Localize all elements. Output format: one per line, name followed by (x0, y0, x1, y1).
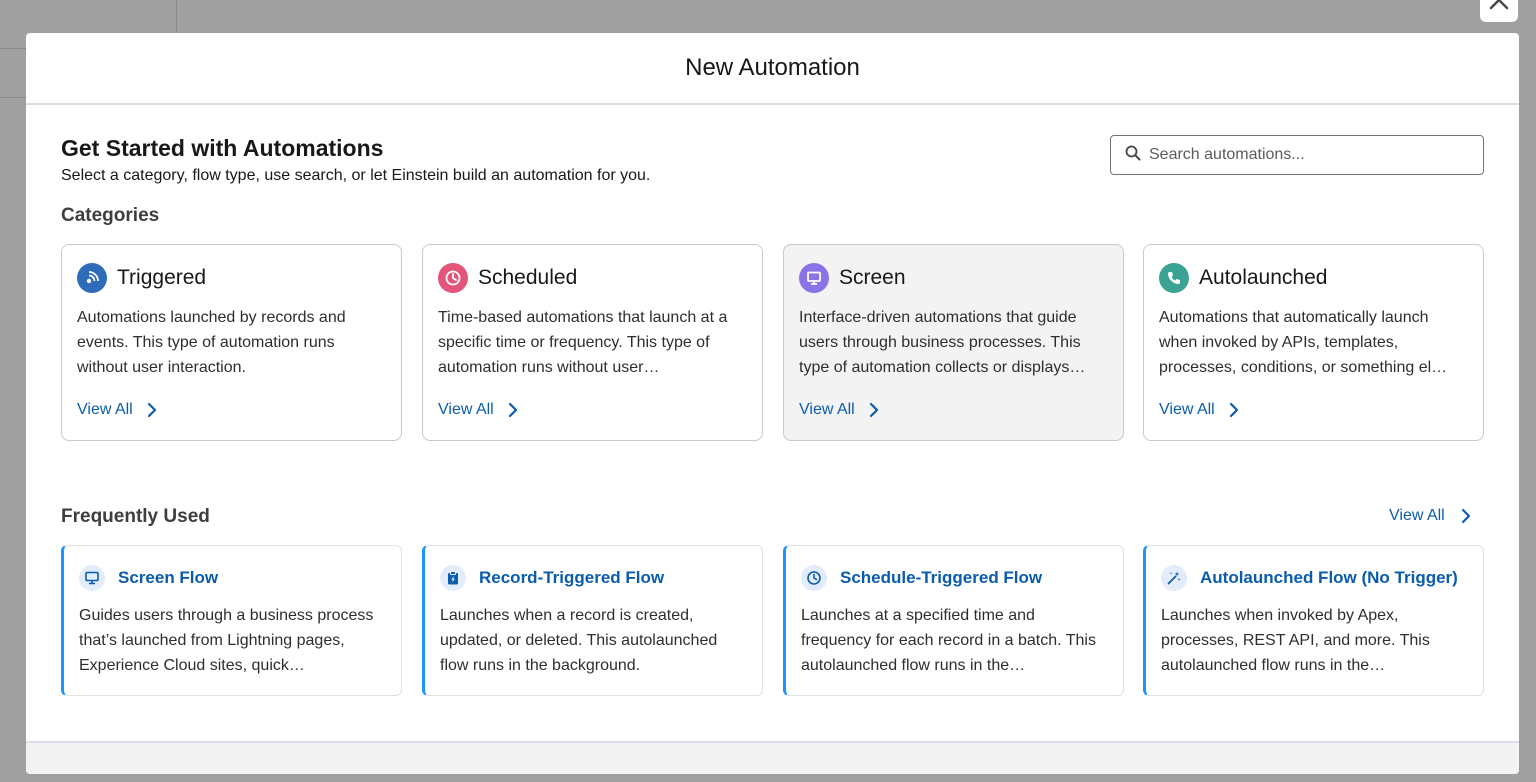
view-all-triggered-link[interactable]: View All (77, 401, 386, 419)
categories-heading: Categories (61, 205, 160, 226)
magic-wand-icon (1161, 565, 1187, 591)
view-all-autolaunched-link[interactable]: View All (1159, 401, 1468, 419)
background-divider (176, 0, 177, 33)
clock-icon (801, 565, 827, 591)
flow-name[interactable]: Schedule-Triggered Flow (840, 568, 1042, 588)
category-description: Interface-driven automations that guide … (799, 309, 1086, 376)
search-field[interactable] (1110, 135, 1484, 175)
flow-name[interactable]: Record-Triggered Flow (479, 568, 664, 588)
flow-card-record-triggered[interactable]: Record-Triggered Flow Launches when a re… (422, 545, 763, 696)
modal-title: New Automation (685, 54, 860, 81)
frequently-used-heading: Frequently Used (61, 506, 210, 527)
intro-subtitle: Select a category, flow type, use search… (61, 167, 651, 184)
category-name: Scheduled (478, 266, 578, 289)
view-all-label[interactable]: View All (77, 401, 133, 419)
category-description: Automations that automatically launch wh… (1159, 309, 1448, 376)
chevron-right-icon (1229, 402, 1239, 418)
view-all-label[interactable]: View All (1159, 401, 1215, 419)
flow-name[interactable]: Autolaunched Flow (No Trigger) (1200, 568, 1458, 588)
flow-description: Guides users through a business process … (79, 607, 374, 674)
category-name: Screen (839, 266, 906, 289)
view-all-scheduled-link[interactable]: View All (438, 401, 747, 419)
category-name: Autolaunched (1199, 266, 1328, 289)
clock-icon (438, 263, 468, 293)
new-automation-modal: New Automation Get Started with Automati… (26, 33, 1519, 774)
clipboard-bolt-icon (440, 565, 466, 591)
background-divider (0, 97, 26, 98)
chevron-right-icon (869, 402, 879, 418)
view-all-label[interactable]: View All (438, 401, 494, 419)
flow-card-screen-flow[interactable]: Screen Flow Guides users through a busin… (61, 545, 402, 696)
view-all-label[interactable]: View All (799, 401, 855, 419)
intro-title: Get Started with Automations (61, 135, 384, 161)
category-card-screen[interactable]: Screen Interface-driven automations that… (783, 244, 1124, 441)
search-icon (1125, 145, 1141, 166)
frequently-used-view-all-link[interactable]: View All (1389, 507, 1471, 525)
flow-description: Launches when invoked by Apex, processes… (1161, 607, 1430, 674)
chevron-right-icon (147, 402, 157, 418)
flow-card-autolaunched-no-trigger[interactable]: Autolaunched Flow (No Trigger) Launches … (1143, 545, 1484, 696)
category-card-scheduled[interactable]: Scheduled Time-based automations that la… (422, 244, 763, 441)
category-description: Time-based automations that launch at a … (438, 309, 728, 376)
chevron-right-icon (508, 402, 518, 418)
flow-name[interactable]: Screen Flow (118, 568, 218, 588)
category-card-autolaunched[interactable]: Autolaunched Automations that automatica… (1143, 244, 1484, 441)
monitor-icon (79, 565, 105, 591)
category-name: Triggered (117, 266, 207, 289)
view-all-label[interactable]: View All (1389, 507, 1445, 525)
view-all-screen-link[interactable]: View All (799, 401, 1108, 419)
modal-footer (26, 741, 1519, 774)
phone-icon (1159, 263, 1189, 293)
close-button[interactable] (1480, 0, 1518, 22)
category-card-triggered[interactable]: Triggered Automations launched by record… (61, 244, 402, 441)
monitor-icon (799, 263, 829, 293)
chevron-right-icon (1461, 508, 1471, 524)
flow-description: Launches when a record is created, updat… (440, 607, 718, 674)
category-description: Automations launched by records and even… (77, 309, 346, 376)
modal-header: New Automation (26, 33, 1519, 105)
flow-card-schedule-triggered[interactable]: Schedule-Triggered Flow Launches at a sp… (783, 545, 1124, 696)
background-divider (0, 48, 26, 49)
search-input[interactable] (1149, 146, 1449, 164)
close-icon[interactable] (1488, 0, 1510, 16)
rss-icon (77, 263, 107, 293)
flow-description: Launches at a specified time and frequen… (801, 607, 1096, 674)
